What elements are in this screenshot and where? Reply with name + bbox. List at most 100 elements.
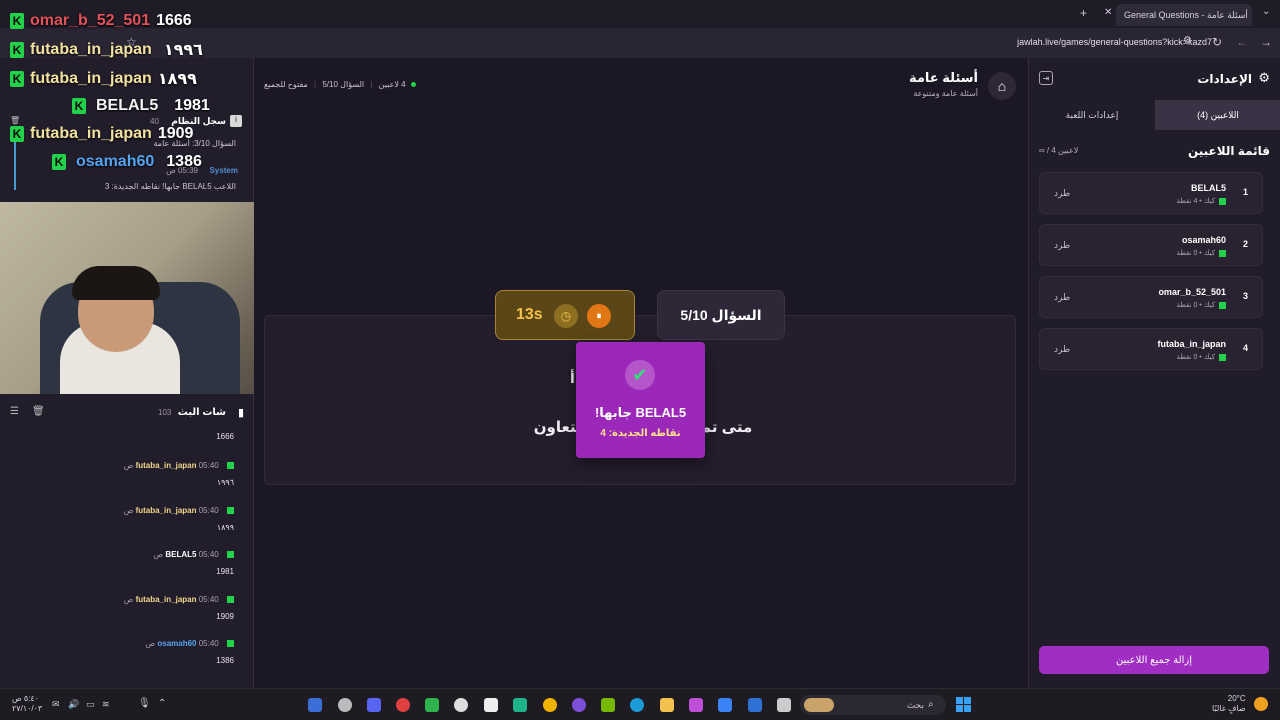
filter-icon[interactable]: ☰ (10, 406, 19, 417)
overlay-score: 1981 (174, 97, 210, 114)
microphone-icon[interactable]: 🎙 (138, 698, 151, 709)
player-card: 2 osamah60 كيك • 0 نقطة طرد (1039, 224, 1263, 266)
overlay-score: ١٨٩٩ (157, 71, 197, 88)
overlay-username: futaba_in_japan (30, 70, 152, 87)
weather-desc: صافٍ غالبًا (1212, 704, 1246, 713)
capcut-icon[interactable] (484, 698, 498, 712)
openai-icon[interactable] (338, 698, 352, 712)
webcam-person-hair (72, 266, 160, 300)
chat-username[interactable]: futaba_in_japan (136, 461, 197, 470)
chat-message-body: 1909 (216, 612, 234, 621)
players-heading: قائمة اللاعبين (1187, 144, 1270, 158)
forward-icon[interactable]: ← (1236, 35, 1248, 49)
outlook-icon[interactable] (748, 698, 762, 712)
tab-bar: General Questions - أسئلة عامة ✕ + ⌄ (0, 0, 1280, 28)
address-bar[interactable]: jawlah.live/games/general-questions?kick… (930, 32, 1220, 52)
windows-start-icon[interactable] (956, 697, 971, 712)
log-sender: System (209, 166, 238, 175)
player-card: 1 BELAL5 كيك • 4 نقطة طرد (1039, 172, 1263, 214)
close-tab-icon[interactable]: ✕ (1104, 7, 1112, 18)
kick-logo-icon: K (10, 13, 24, 29)
pause-button[interactable]: ⏸ (587, 304, 611, 328)
file-explorer-icon[interactable] (660, 698, 674, 712)
gear-icon: ⚙ (1258, 70, 1270, 85)
search-highlight-image (804, 698, 834, 712)
chat-message: BELAL5 05:40 ص 1981 (0, 550, 248, 576)
search-icon: ⌕ (928, 699, 934, 710)
chat-username[interactable]: futaba_in_japan (136, 506, 197, 515)
chrome-icon[interactable] (543, 698, 557, 712)
copilot-icon[interactable] (689, 698, 703, 712)
discord-icon[interactable] (367, 698, 381, 712)
app-icon[interactable] (308, 698, 322, 712)
taskbar-weather[interactable]: 20°C صافٍ غالبًا (1212, 694, 1246, 714)
volume-icon[interactable]: 🔊 (68, 699, 79, 710)
browser-tab-active[interactable]: General Questions - أسئلة عامة (1116, 4, 1252, 26)
edge-icon[interactable] (630, 698, 644, 712)
settings-app-icon[interactable] (454, 698, 468, 712)
chat-tray-icon[interactable]: ✉ (52, 699, 60, 710)
collapse-panel-icon[interactable]: ⇥ (1039, 71, 1053, 85)
weather-temp: 20°C (1227, 694, 1246, 703)
player-meta: كيك • 0 نقطة (1177, 249, 1226, 257)
clock-icon: ◷ (554, 304, 578, 328)
wifi-icon[interactable]: ≋ (102, 699, 110, 710)
kick-player-button[interactable]: طرد (1054, 240, 1070, 251)
overlay-username: BELAL5 (96, 97, 159, 114)
new-tab-icon[interactable]: + (1080, 6, 1087, 20)
kick-logo-icon: K (72, 98, 86, 114)
player-card: 3 omar_b_52_501 كيك • 0 نقطة طرد (1039, 276, 1263, 318)
trash-icon[interactable]: 🗑 (32, 406, 45, 417)
player-meta: كيك • 0 نقطة (1177, 353, 1226, 361)
kick-badge-icon (227, 640, 234, 648)
nvidia-icon[interactable] (601, 698, 615, 712)
kick-player-button[interactable]: طرد (1054, 344, 1070, 355)
chat-username[interactable]: BELAL5 (165, 550, 196, 559)
game-subtitle: أسئلة عامة ومتنوعة (913, 89, 978, 98)
notepad-icon[interactable] (777, 698, 791, 712)
chat-message: 1666 (0, 432, 248, 441)
tab-players[interactable]: اللاعبين (4) (1155, 100, 1280, 130)
chat-message: futaba_in_japan 05:40 ص 1909 (0, 595, 248, 621)
tab-game-settings[interactable]: إعدادات اللعبة (1029, 100, 1155, 130)
chevron-up-icon[interactable]: ⌃ (158, 698, 166, 709)
chat-message-body: ١٨٩٩ (216, 523, 234, 532)
popup-new-score: نقاطه الجديدة: 4 (600, 428, 681, 439)
correct-answer-popup: ✔ BELAL5 جابها! نقاطه الجديدة: 4 (576, 342, 705, 458)
chat-message: futaba_in_japan 05:40 ص ١٨٩٩ (0, 506, 248, 532)
store-icon[interactable] (718, 698, 732, 712)
recorder-icon[interactable] (396, 698, 410, 712)
clock-time: ٥:٤٠ ص (12, 694, 40, 703)
kick-player-button[interactable]: طرد (1054, 292, 1070, 303)
timer-value: 13s (516, 306, 543, 323)
chat-username[interactable]: osamah60 (157, 639, 196, 648)
browser-tab-title: General Questions - أسئلة عامة (1124, 10, 1248, 20)
game-area: ⌂ أسئلة عامة أسئلة عامة ومتنوعة 4 لاعبين… (254, 58, 1028, 688)
chat-username[interactable]: futaba_in_japan (136, 595, 197, 604)
online-dot-icon (410, 82, 416, 87)
xbox-icon[interactable] (425, 698, 439, 712)
question-category: أ (570, 370, 575, 386)
player-meta: كيك • 0 نقطة (1177, 301, 1226, 309)
overlay-row: K BELAL5 1981 (72, 97, 210, 115)
taskbar-clock[interactable]: ٥:٤٠ ص ٢٧/١٠/٠٣ (12, 694, 42, 714)
battery-icon[interactable]: ▭ (86, 699, 95, 710)
overlay-row: K futaba_in_japan ١٩٩٦ (10, 40, 203, 60)
obs-icon[interactable] (572, 698, 586, 712)
terminal-icon[interactable] (513, 698, 527, 712)
player-rank: 3 (1242, 291, 1248, 301)
kick-player-button[interactable]: طرد (1054, 188, 1070, 199)
back-icon[interactable]: → (1260, 35, 1272, 49)
overlay-row: K omar_b_52_501 1666 (10, 12, 192, 30)
chat-count: 103 (158, 408, 172, 417)
chat-bubble-icon: ▮ (237, 407, 244, 419)
tab-menu-icon[interactable]: ⌄ (1262, 6, 1270, 17)
player-name: futaba_in_japan (1157, 339, 1226, 349)
trash-icon[interactable]: 🗑 (10, 116, 20, 125)
chat-title: شات البث (177, 407, 226, 418)
chat-message: futaba_in_japan 05:40 ص ١٩٩٦ (0, 461, 248, 487)
home-button[interactable]: ⌂ (988, 72, 1016, 100)
chat-message: osamah60 05:40 ص 1386 (0, 639, 248, 665)
remove-all-players-button[interactable]: إزالة جميع اللاعبين (1039, 646, 1269, 674)
open-status: مفتوح للجميع (264, 80, 308, 89)
